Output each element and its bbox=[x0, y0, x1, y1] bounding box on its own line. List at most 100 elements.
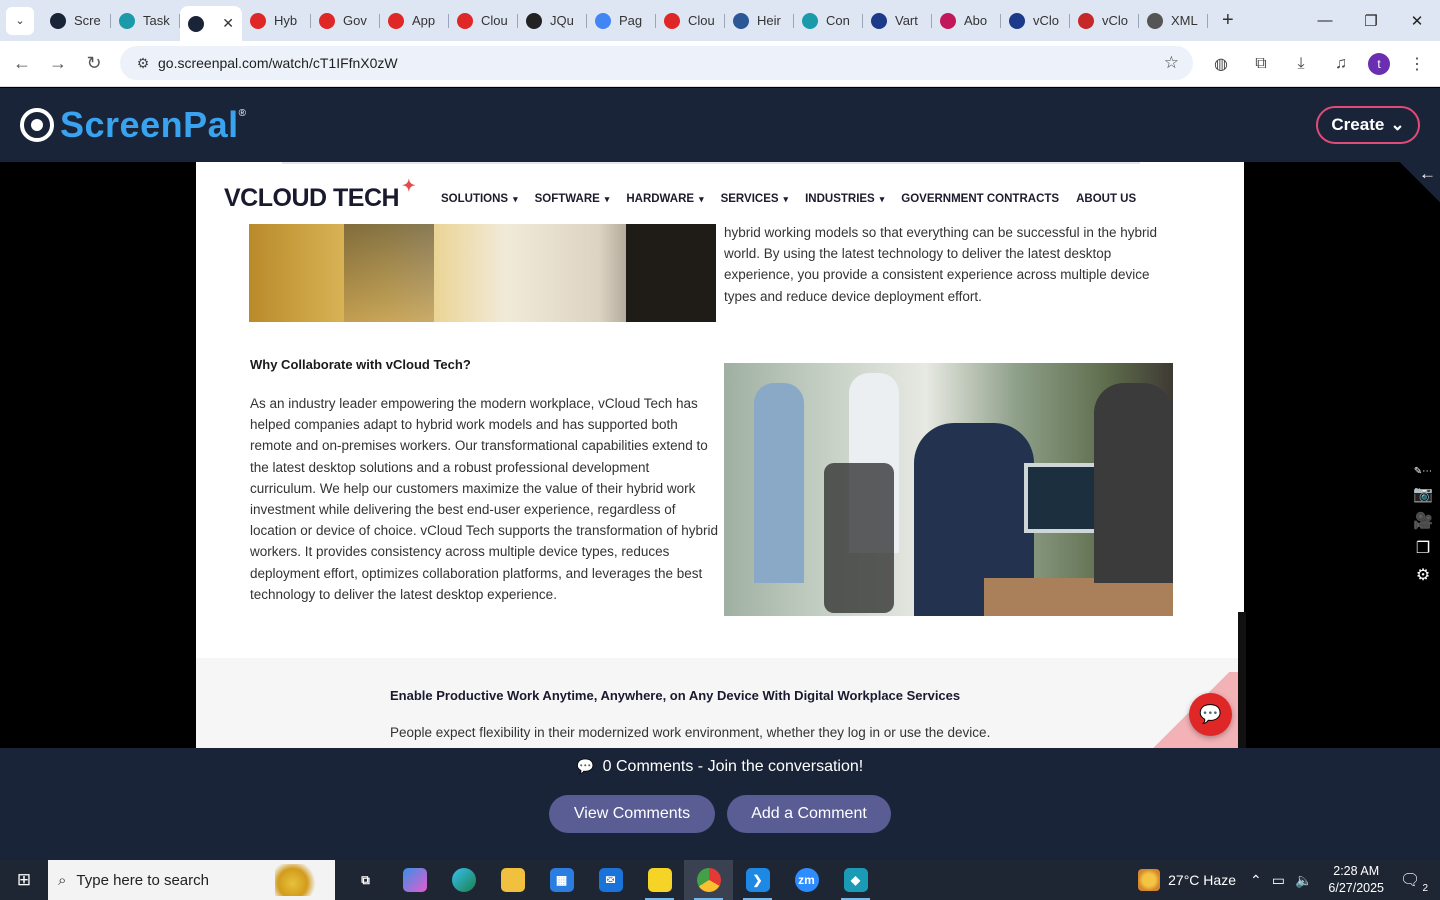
edge-icon[interactable] bbox=[439, 860, 488, 900]
restore-button[interactable]: ❐ bbox=[1348, 0, 1394, 41]
copilot-icon[interactable] bbox=[390, 860, 439, 900]
app-icon[interactable]: ◆ bbox=[831, 860, 880, 900]
office-team-photo bbox=[724, 363, 1173, 616]
vcloud-menu-label: HARDWARE bbox=[626, 193, 695, 205]
why-collaborate-heading: Why Collaborate with vCloud Tech? bbox=[250, 357, 471, 372]
browser-tabs: Scre Task ✕ Hyb Gov App Clou JQu Pag Clou Heir Con V… bbox=[42, 0, 1208, 41]
browser-tab[interactable]: JQu bbox=[518, 5, 587, 37]
search-icon: ⌕ bbox=[58, 871, 67, 889]
clock-date: 6/27/2025 bbox=[1328, 881, 1384, 895]
translate-icon[interactable]: ◍ bbox=[1208, 51, 1234, 77]
browser-tab[interactable]: vClo bbox=[1001, 5, 1070, 37]
camera-icon[interactable]: 📷 bbox=[1413, 484, 1433, 503]
zoom-icon[interactable]: zm bbox=[782, 860, 831, 900]
browser-tab[interactable]: vClo bbox=[1070, 5, 1139, 37]
close-window-button[interactable]: ✕ bbox=[1394, 0, 1440, 41]
gear-icon[interactable]: ⚙ bbox=[1416, 565, 1430, 584]
close-tab-icon[interactable]: ✕ bbox=[222, 15, 234, 32]
vcloud-menu-item[interactable]: SOLUTIONS ▾ bbox=[441, 193, 518, 205]
vcloud-menu-item[interactable]: SERVICES ▾ bbox=[721, 193, 788, 205]
notification-count: 2 bbox=[1422, 883, 1428, 894]
vscode-icon[interactable]: ❯ bbox=[733, 860, 782, 900]
browser-tab[interactable]: Heir bbox=[725, 5, 794, 37]
url-text[interactable]: go.screenpal.com/watch/cT1IFfnX0zW bbox=[158, 55, 398, 71]
profile-avatar[interactable]: t bbox=[1368, 53, 1390, 75]
sticky-notes-icon[interactable] bbox=[635, 860, 684, 900]
logo-spark-icon: ✦ bbox=[402, 178, 416, 195]
download-icon[interactable]: ⤓ bbox=[1288, 51, 1314, 77]
weather-haze-icon bbox=[1138, 869, 1161, 891]
system-tray: 27°C Haze ⌃ ▭ 🔈 2:28 AM 6/27/2025 🗨 2 bbox=[1138, 860, 1440, 900]
browser-tab[interactable]: Gov bbox=[311, 5, 380, 37]
browser-tab[interactable]: Pag bbox=[587, 5, 656, 37]
caret-down-icon: ▾ bbox=[879, 194, 885, 204]
browser-tab-label: Heir bbox=[757, 13, 781, 28]
network-icon[interactable]: ▭ bbox=[1272, 872, 1285, 889]
window-capture-icon[interactable]: ❐ bbox=[1416, 538, 1430, 557]
screenpal-logo[interactable]: ScreenPal ® bbox=[20, 104, 246, 146]
comment-bubble-icon: 💬 bbox=[576, 758, 595, 774]
vcloud-menu-item[interactable]: ABOUT US bbox=[1076, 193, 1136, 205]
notifications-button[interactable]: 🗨 2 bbox=[1400, 870, 1430, 894]
vcloud-logo-text: VCLOUD TECH bbox=[224, 184, 400, 212]
bookmark-star-icon[interactable]: ☆ bbox=[1164, 53, 1179, 73]
browser-tab[interactable]: Con bbox=[794, 5, 863, 37]
vcloud-menu-item[interactable]: SOFTWARE ▾ bbox=[535, 193, 610, 205]
weather-widget[interactable]: 27°C Haze bbox=[1138, 869, 1236, 891]
chrome-icon[interactable] bbox=[684, 860, 733, 900]
volume-icon[interactable]: 🔈 bbox=[1295, 872, 1312, 889]
browser-tab-label: Hyb bbox=[274, 13, 298, 28]
chat-bubble-icon[interactable]: 💬 bbox=[1189, 693, 1232, 736]
show-hidden-icons[interactable]: ⌃ bbox=[1250, 872, 1262, 889]
windows-start-button[interactable]: ⊞ bbox=[0, 860, 48, 900]
add-comment-button[interactable]: Add a Comment bbox=[727, 795, 891, 833]
photo-desk bbox=[984, 578, 1173, 616]
forward-button[interactable]: → bbox=[40, 46, 76, 82]
browser-tab[interactable]: Vart bbox=[863, 5, 932, 37]
video-frame: VCLOUD TECH ✦ SOLUTIONS ▾ SOFTWARE ▾ HARDWAR… bbox=[196, 162, 1244, 748]
browser-tab[interactable]: Abo bbox=[932, 5, 1001, 37]
browser-tab[interactable]: XML bbox=[1139, 5, 1208, 37]
browser-tab[interactable]: App bbox=[380, 5, 449, 37]
extensions-icon[interactable]: ⧉ bbox=[1248, 51, 1274, 77]
back-button[interactable]: ← bbox=[4, 46, 40, 82]
vcloud-menu-item[interactable]: INDUSTRIES ▾ bbox=[805, 193, 884, 205]
browser-tab[interactable]: Clou bbox=[656, 5, 725, 37]
vcloud-menu-item[interactable]: HARDWARE ▾ bbox=[626, 193, 703, 205]
clock-time: 2:28 AM bbox=[1333, 864, 1380, 878]
address-bar[interactable]: ⚙ go.screenpal.com/watch/cT1IFfnX0zW ☆ bbox=[120, 46, 1193, 80]
browser-tab[interactable]: ✕ bbox=[180, 6, 242, 41]
browser-toolbar: ← → ↻ ⚙ go.screenpal.com/watch/cT1IFfnX0… bbox=[0, 41, 1440, 87]
office-photo-top bbox=[249, 224, 716, 322]
browser-tab[interactable]: Task bbox=[111, 5, 180, 37]
globe-icon bbox=[1147, 12, 1163, 29]
minimize-button[interactable]: — bbox=[1302, 0, 1348, 41]
file-explorer-icon[interactable] bbox=[488, 860, 537, 900]
mail-icon[interactable]: ✉ bbox=[586, 860, 635, 900]
media-control-icon[interactable]: ♫ bbox=[1328, 51, 1354, 77]
tab-search-button[interactable]: ⌄ bbox=[6, 6, 34, 35]
menu-kebab-icon[interactable]: ⋮ bbox=[1404, 51, 1430, 77]
store-icon[interactable]: ▦ bbox=[537, 860, 586, 900]
video-player[interactable]: VCLOUD TECH ✦ SOLUTIONS ▾ SOFTWARE ▾ HARDWAR… bbox=[0, 162, 1440, 748]
clock[interactable]: 2:28 AM 6/27/2025 bbox=[1328, 863, 1384, 897]
browser-tab-strip: ⌄ Scre Task ✕ Hyb Gov App Clou JQu Pag Clou Heir Co… bbox=[0, 0, 1440, 41]
collapse-panel-button[interactable]: ← bbox=[1400, 162, 1440, 202]
task-view-icon[interactable]: ⧉ bbox=[341, 860, 390, 900]
search-highlight-image bbox=[275, 864, 319, 896]
view-comments-button[interactable]: View Comments bbox=[549, 795, 715, 833]
taskbar-search[interactable]: ⌕ Type here to search bbox=[48, 860, 335, 900]
create-button[interactable]: Create ⌄ bbox=[1316, 106, 1420, 144]
pen-tool-icon[interactable]: ✎⋯ bbox=[1414, 466, 1432, 477]
chevron-down-icon: ⌄ bbox=[1390, 115, 1405, 134]
reload-button[interactable]: ↻ bbox=[76, 46, 112, 82]
search-placeholder: Type here to search bbox=[76, 871, 209, 889]
browser-tab[interactable]: Hyb bbox=[242, 5, 311, 37]
browser-tab[interactable]: Scre bbox=[42, 5, 111, 37]
vcloud-menu-item[interactable]: GOVERNMENT CONTRACTS bbox=[901, 193, 1059, 205]
new-tab-button[interactable]: + bbox=[1222, 9, 1234, 32]
jquery-icon bbox=[526, 12, 542, 29]
video-record-icon[interactable]: 🎥 bbox=[1413, 511, 1433, 530]
site-info-icon[interactable]: ⚙ bbox=[128, 55, 158, 72]
browser-tab[interactable]: Clou bbox=[449, 5, 518, 37]
